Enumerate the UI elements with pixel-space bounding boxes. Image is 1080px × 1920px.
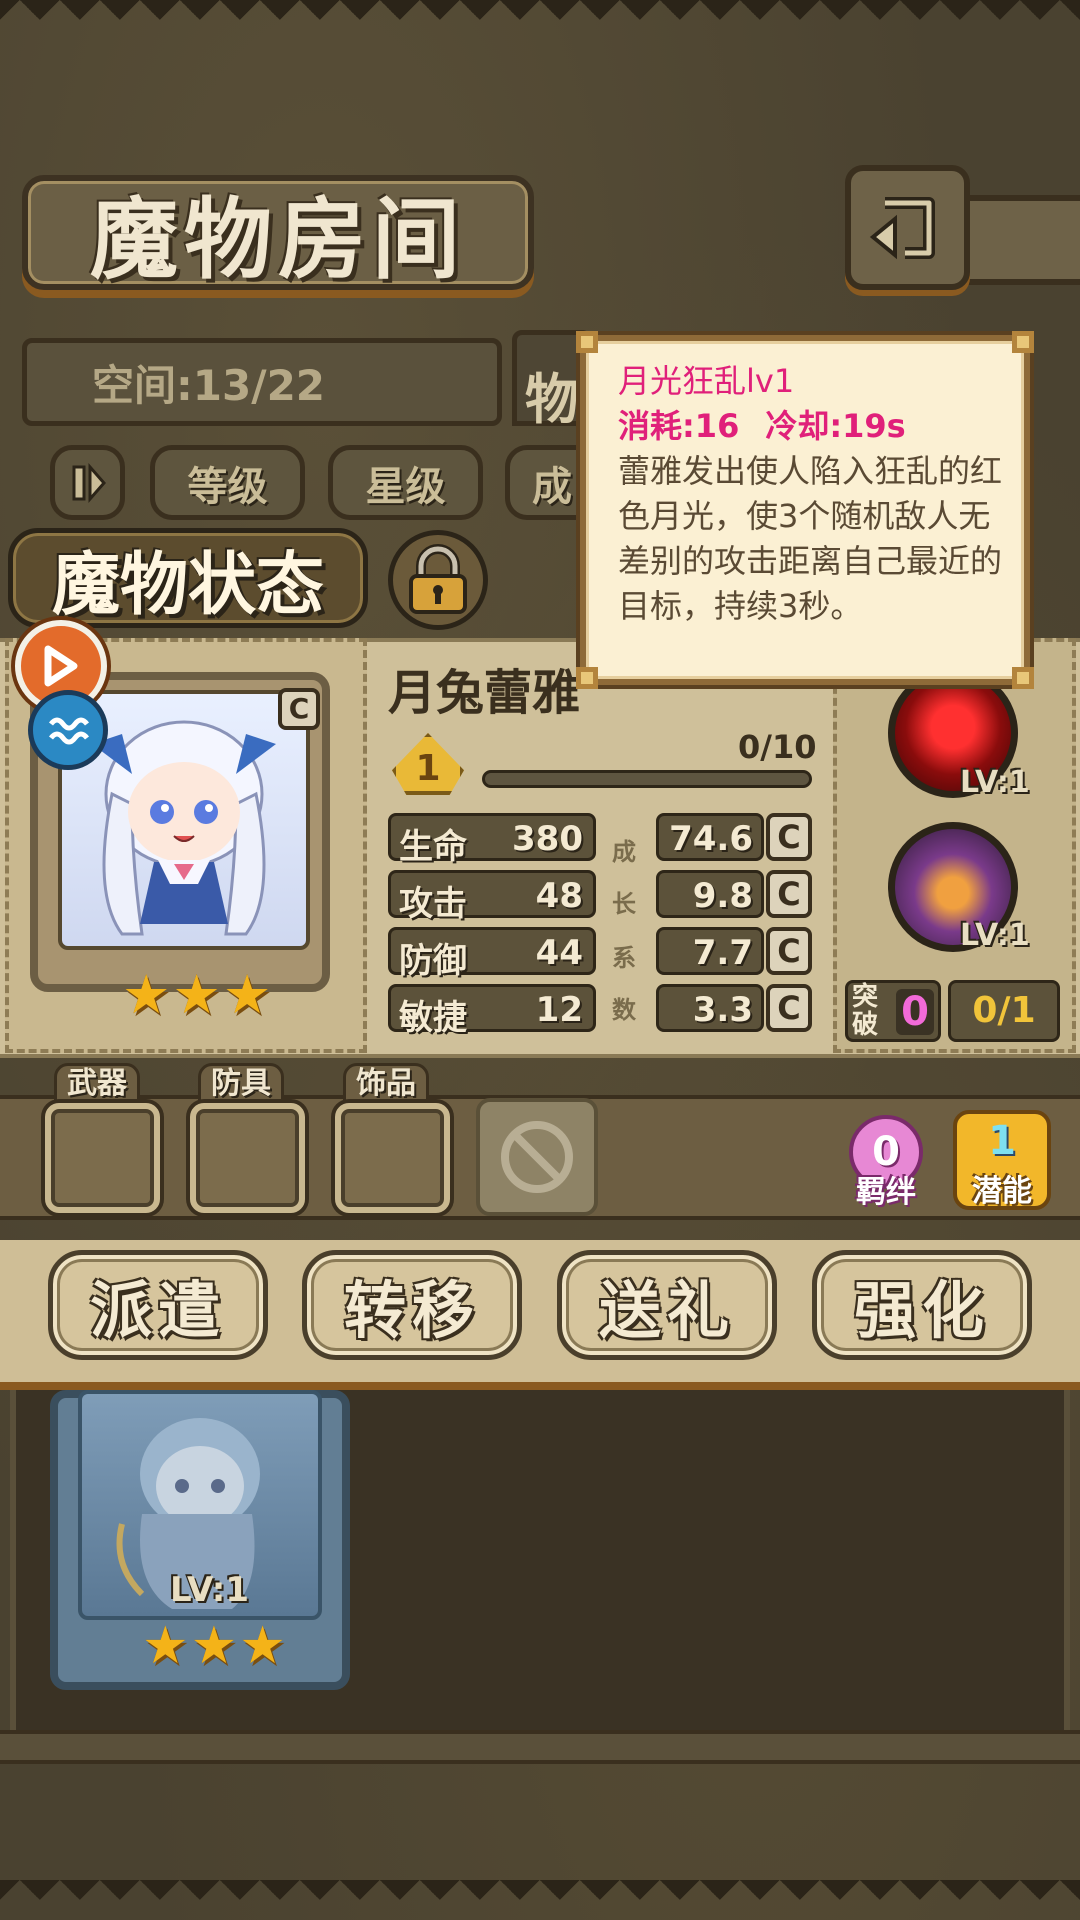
filter-star-button[interactable]: 星级 xyxy=(328,445,483,520)
stat-label: 防御 xyxy=(399,941,467,981)
grade-box: C xyxy=(766,870,812,918)
enhance-label: 强化 xyxy=(853,1274,990,1347)
stat-label: 敏捷 xyxy=(399,998,467,1038)
breakthrough-box: 突破 0 xyxy=(845,980,941,1042)
exp-text: 0/10 xyxy=(738,728,817,766)
star-icon: ★ xyxy=(222,963,272,1026)
dispatch-label: 派遣 xyxy=(89,1274,226,1347)
top-border xyxy=(0,0,1080,40)
stat-value: 12 xyxy=(535,990,583,1030)
accessory-slot[interactable] xyxy=(335,1103,450,1213)
tooltip-cooldown: 冷却:19s xyxy=(765,407,906,445)
dispatch-button[interactable]: 派遣 xyxy=(48,1250,268,1360)
bottom-border xyxy=(0,1880,1080,1920)
tab-monsters-label: 物 xyxy=(525,368,579,431)
star-icon: ★ xyxy=(239,1616,286,1676)
star-icon: ★ xyxy=(122,963,171,1026)
growth-label-char: 系 xyxy=(612,944,636,972)
title-banner: 魔物房间 xyxy=(22,175,534,291)
breakthrough-count: 0/1 xyxy=(948,980,1060,1042)
breakthrough-value: 0 xyxy=(896,989,934,1035)
padlock-icon xyxy=(409,544,467,614)
growth-box: 9.8 xyxy=(656,870,764,918)
star-icon: ★ xyxy=(142,1616,189,1676)
back-button[interactable] xyxy=(845,165,970,290)
growth-label-char: 成 xyxy=(612,838,636,866)
water-icon xyxy=(28,690,108,770)
breakthrough-label: 突破 xyxy=(852,982,879,1040)
star-icon: ★ xyxy=(172,963,221,1026)
pause-icon xyxy=(72,462,106,503)
grade-box: C xyxy=(766,927,812,975)
skill-tooltip: 月光狂乱lv1 消耗:16 冷却:19s 蕾雅发出使人陷入狂乱的红色月光，使3个随… xyxy=(576,331,1034,689)
bottom-rail xyxy=(0,1730,1080,1764)
potential-label: 潜能 xyxy=(972,1174,1032,1209)
tooltip-corner xyxy=(1012,331,1034,353)
growth-value: 9.8 xyxy=(692,876,753,916)
growth-value: 7.7 xyxy=(692,933,753,973)
bond-button[interactable]: 0 羁绊 xyxy=(845,1115,927,1210)
weapon-slot[interactable] xyxy=(45,1103,160,1213)
back-button-ext xyxy=(965,195,1080,285)
grade-box: C xyxy=(766,984,812,1032)
storage-space-label: 空间:13/22 xyxy=(92,360,326,410)
stat-box: 攻击 48 xyxy=(388,870,596,924)
growth-value: 74.6 xyxy=(669,819,753,859)
star-icon: ★ xyxy=(190,1616,238,1676)
tooltip-cost: 消耗:16 xyxy=(618,407,740,445)
grade-box: C xyxy=(766,813,812,861)
growth-label-char: 数 xyxy=(612,996,636,1024)
growth-box: 7.7 xyxy=(656,927,764,975)
transfer-button[interactable]: 转移 xyxy=(302,1250,522,1360)
growth-value: 3.3 xyxy=(692,990,753,1030)
armor-slot-label: 防具 xyxy=(198,1063,284,1105)
locked-slot xyxy=(476,1098,598,1216)
stat-value: 380 xyxy=(512,819,583,859)
tooltip-description: 蕾雅发出使人陷入狂乱的红色月光，使3个随机敌人无差别的攻击距离自己最近的目标，持… xyxy=(618,452,1003,625)
back-arrow-icon xyxy=(869,196,935,259)
potential-value: 1 xyxy=(988,1118,1016,1164)
accessory-slot-label: 饰品 xyxy=(343,1063,429,1105)
forbidden-icon xyxy=(501,1121,573,1193)
tooltip-skill-name: 月光狂乱lv1 xyxy=(618,362,795,400)
growth-label-char: 长 xyxy=(612,890,636,918)
tooltip-corner xyxy=(576,667,598,689)
exp-bar xyxy=(482,770,812,788)
stat-box: 防御 44 xyxy=(388,927,596,981)
tooltip-corner xyxy=(1012,667,1034,689)
monster-star-rating: ★ ★ ★ xyxy=(122,968,271,1022)
transfer-label: 转移 xyxy=(343,1274,480,1347)
stat-label: 攻击 xyxy=(399,884,467,924)
monster-status-title: 魔物状态 xyxy=(51,544,324,625)
stat-box: 生命 380 xyxy=(388,813,596,867)
tooltip-corner xyxy=(576,331,598,353)
armor-slot[interactable] xyxy=(190,1103,305,1213)
tooltip-meta: 消耗:16 冷却:19s xyxy=(618,403,1002,449)
skill-level: LV:1 xyxy=(960,765,1030,800)
monster-name: 月兔蕾雅 xyxy=(388,665,581,721)
filter-level-button[interactable]: 等级 xyxy=(150,445,305,520)
toggle-sort-button[interactable] xyxy=(50,445,125,520)
stat-value: 48 xyxy=(535,876,583,916)
stat-label: 生命 xyxy=(399,827,467,867)
skill-level: LV:1 xyxy=(960,918,1030,953)
weapon-slot-label: 武器 xyxy=(54,1063,140,1105)
stat-value: 44 xyxy=(535,933,583,973)
growth-box: 74.6 xyxy=(656,813,764,861)
monster-grade-badge: C xyxy=(278,688,320,730)
monster-status-header: 魔物状态 xyxy=(8,528,368,628)
inventory-card-stars: ★ ★ ★ xyxy=(142,1620,286,1672)
gift-label: 送礼 xyxy=(598,1274,735,1347)
lock-button[interactable] xyxy=(388,530,488,630)
inventory-card-level: LV:1 xyxy=(170,1570,250,1610)
page-title: 魔物房间 xyxy=(89,187,466,291)
stat-box: 敏捷 12 xyxy=(388,984,596,1038)
enhance-button[interactable]: 强化 xyxy=(812,1250,1032,1360)
growth-box: 3.3 xyxy=(656,984,764,1032)
gift-button[interactable]: 送礼 xyxy=(557,1250,777,1360)
potential-button[interactable]: 1 潜能 xyxy=(953,1110,1051,1210)
storage-space: 空间:13/22 xyxy=(22,338,502,426)
bond-label: 羁绊 xyxy=(856,1175,916,1210)
